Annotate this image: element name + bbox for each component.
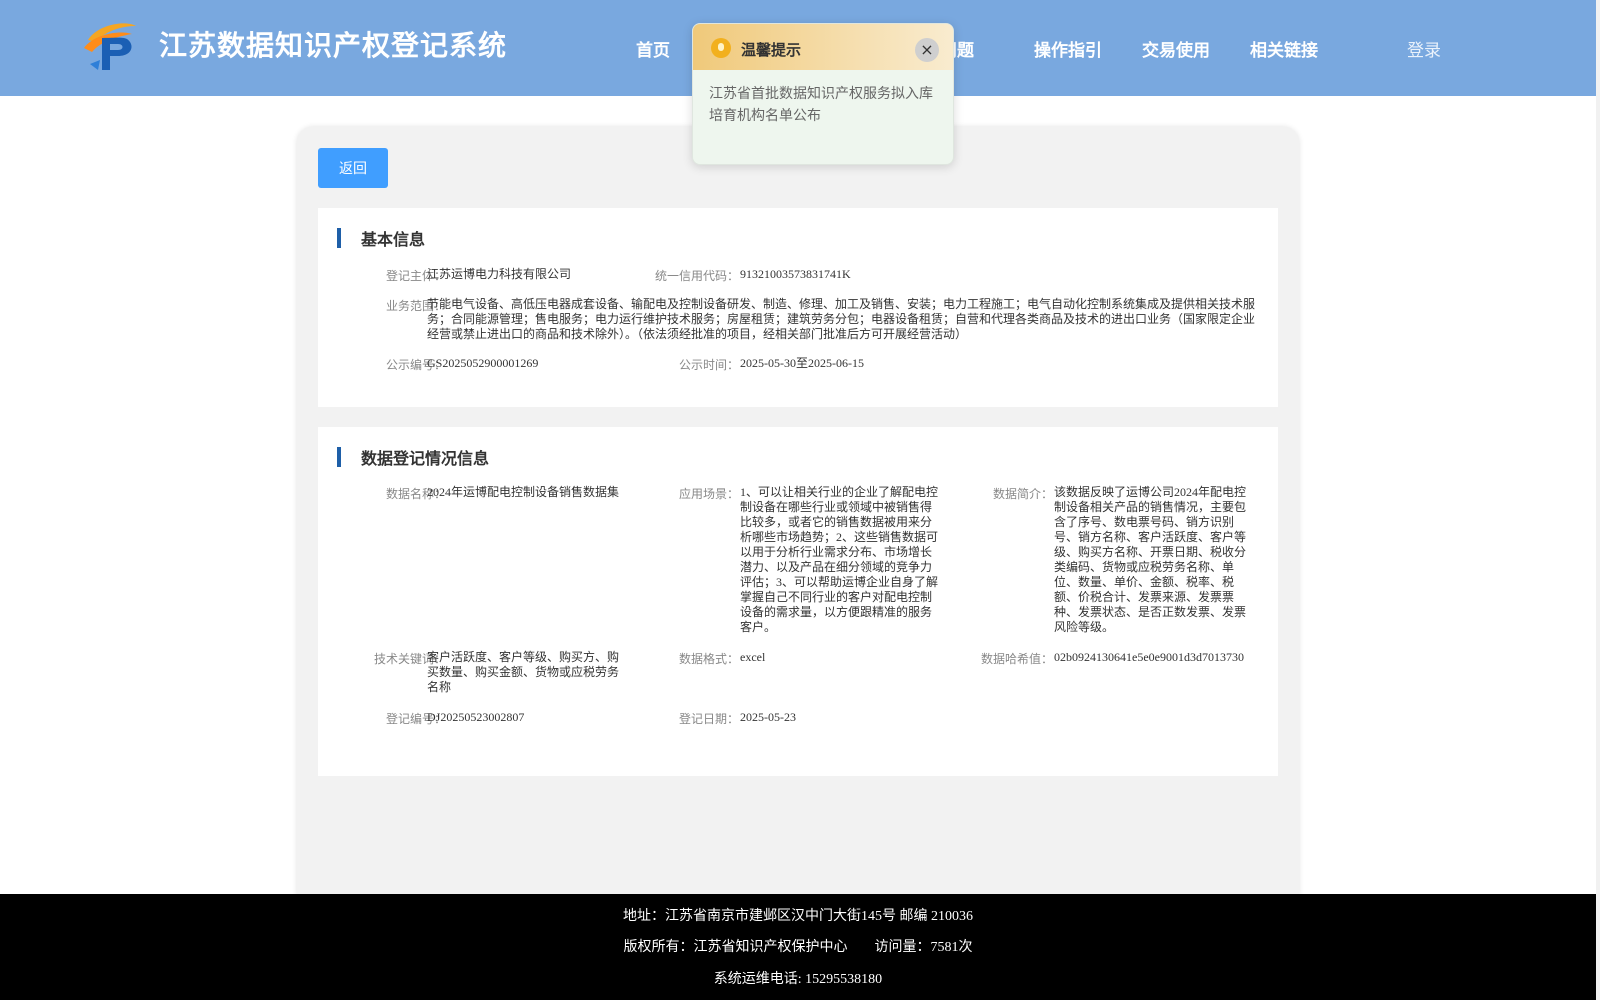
section-marker	[337, 228, 341, 248]
footer-visit-count: 访问量：7581次	[874, 940, 973, 955]
data-intro-label: 数据简介：	[992, 487, 1053, 501]
scenario-label: 应用场景：	[678, 487, 739, 501]
back-button[interactable]: 返回	[318, 148, 388, 188]
nav-home[interactable]: 首页	[636, 36, 670, 61]
popup-header: 温馨提示 ×	[693, 24, 953, 70]
registration-date-value: 2025-05-23	[740, 710, 796, 724]
registration-info-title: 数据登记情况信息	[361, 451, 490, 468]
data-format-label: 数据格式：	[678, 652, 739, 666]
nav-related-links[interactable]: 相关链接	[1250, 36, 1318, 61]
credit-code-value: 91321003573831741K	[740, 267, 851, 281]
login-link[interactable]: 登录	[1407, 36, 1441, 61]
data-hash-value: 02b0924130641e5e0e9001d3d7013730	[1054, 650, 1244, 664]
publicity-no-value: GS2025052900001269	[427, 356, 539, 370]
basic-info-title: 基本信息	[361, 232, 426, 249]
footer-copyright-row: 版权所有：江苏省知识产权保护中心 访问量：7581次	[0, 936, 1596, 956]
footer-address: 地址：江苏省南京市建邺区汉中门大街145号 邮编 210036	[623, 909, 973, 924]
nav-guide[interactable]: 操作指引	[1034, 36, 1102, 61]
notice-popup: 温馨提示 × 江苏省首批数据知识产权服务拟入库培育机构名单公布	[692, 23, 954, 165]
data-format-value: excel	[740, 650, 766, 664]
data-registration-panel: 数据登记情况信息 数据名称： 2024年运博配电控制设备销售数据集 应用场景： …	[318, 427, 1278, 776]
lightbulb-icon	[711, 38, 731, 58]
registration-no-value: DJ20250523002807	[427, 710, 525, 724]
footer-phone: 系统运维电话: 15295538180	[713, 972, 883, 987]
subject-value: 江苏运博电力科技有限公司	[427, 267, 572, 281]
data-intro-value: 该数据反映了运博公司2024年配电控制设备相关产品的销售情况，主要包含了序号、数…	[1054, 485, 1247, 634]
footer-copyright: 版权所有：江苏省知识产权保护中心	[623, 940, 848, 955]
close-button[interactable]: ×	[915, 38, 939, 62]
scope-value: 节能电气设备、高低压电器成套设备、输配电及控制设备研发、制造、修理、加工及销售、…	[427, 297, 1256, 341]
site-logo-icon[interactable]	[80, 20, 140, 72]
publicity-time-value: 2025-05-30至2025-06-15	[740, 356, 864, 370]
scenario-value: 1、可以让相关行业的企业了解配电控制设备在哪些行业或领域中被销售得比较多，或者它…	[740, 485, 939, 634]
credit-code-label: 统一信用代码：	[654, 269, 739, 283]
registration-date-label: 登记日期：	[678, 712, 739, 726]
vertical-scrollbar[interactable]	[1596, 0, 1600, 1000]
publicity-time-label: 公示时间：	[678, 358, 739, 372]
basic-info-panel: 基本信息 登记主体： 江苏运博电力科技有限公司 统一信用代码： 91321003…	[318, 208, 1278, 407]
data-hash-label: 数据哈希值：	[980, 652, 1053, 666]
notice-link[interactable]: 江苏省首批数据知识产权服务拟入库培育机构名单公布	[709, 84, 943, 128]
section-marker	[337, 447, 341, 467]
keywords-value: 客户活跃度、客户等级、购买方、购买数量、购买金额、货物或应税劳务名称	[427, 650, 620, 694]
nav-trade-use[interactable]: 交易使用	[1142, 36, 1210, 61]
site-footer: 地址：江苏省南京市建邺区汉中门大街145号 邮编 210036 版权所有：江苏省…	[0, 894, 1596, 1000]
popup-title: 温馨提示	[741, 43, 802, 59]
data-name-value: 2024年运博配电控制设备销售数据集	[427, 485, 620, 499]
site-title[interactable]: 江苏数据知识产权登记系统	[159, 24, 507, 64]
